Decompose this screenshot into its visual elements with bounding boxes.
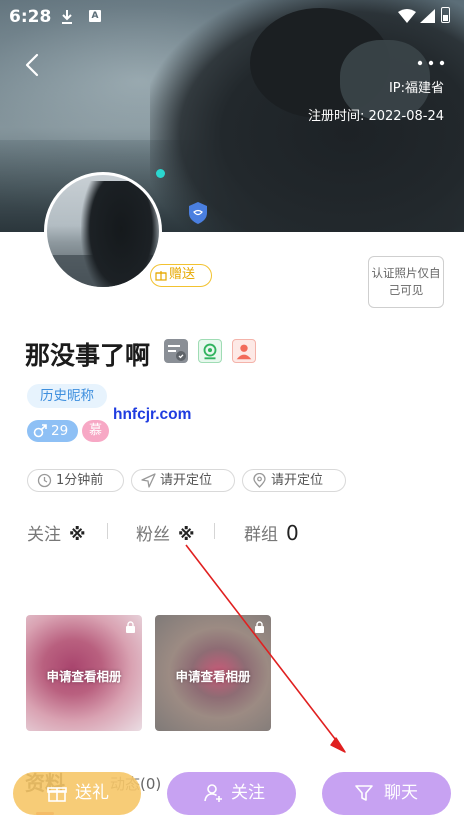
real-person-badge-icon [232,339,256,363]
download-icon [62,10,72,24]
lock-icon [255,621,264,633]
location-chip-1[interactable]: 请开定位 [131,469,235,492]
back-icon[interactable] [22,52,44,78]
gift-tag-label: 赠送 [169,267,196,282]
gift-icon [47,787,67,802]
fans-stat-value: ※ [178,525,195,545]
fans-stat-label: 粉丝 [136,525,170,545]
id-card-badge-icon [164,339,188,363]
register-time: 注册时间: 2022-08-24 [307,109,444,124]
stat-divider [214,523,215,539]
battery-icon [441,7,450,23]
stat-divider [107,523,108,539]
map-pin-icon [253,473,266,488]
navigation-icon [141,473,156,488]
follow-stat[interactable]: 关注 ※ [27,520,86,545]
avatar[interactable] [44,172,162,290]
a-badge-icon: A [89,10,101,22]
verify-photo-note[interactable]: 认证照片仅自己可见 [368,256,444,308]
more-options-icon[interactable] [416,58,446,68]
nickname: 那没事了啊 [25,341,151,370]
last-active-text: 1分钟前 [56,473,104,488]
ip-location: IP:福建省 [388,81,444,96]
group-stat-value: 0 [286,521,299,545]
location-badge-icon [198,339,222,363]
lock-icon [126,621,135,633]
gender-age-tag: 29 [27,420,78,442]
location-chip-2[interactable]: 请开定位 [242,469,346,492]
album-card[interactable]: 申请查看相册 [155,615,271,731]
user-add-icon [204,784,222,802]
follow-stat-label: 关注 [27,525,61,545]
album-request-label: 申请查看相册 [46,669,122,684]
age-value: 29 [51,423,69,439]
location-chip-2-text: 请开定位 [271,473,324,488]
location-chip-1-text: 请开定位 [160,473,213,488]
chat-label: 聊天 [384,783,418,803]
album-request-label: 申请查看相册 [175,669,251,684]
album-card[interactable]: 申请查看相册 [26,615,142,731]
watermark-text: hnfcjr.com [113,406,192,423]
chat-button[interactable]: 聊天 [322,772,451,815]
follow-button[interactable]: 关注 [167,772,296,815]
group-stat-label: 群组 [244,525,278,545]
status-bar: 6:28 A [0,0,464,34]
follow-label: 关注 [231,783,265,803]
fans-stat[interactable]: 粉丝 ※ [136,520,195,545]
clock-icon [37,473,52,488]
history-nickname-tag[interactable]: 历史昵称 [27,384,107,408]
wifi-icon [398,9,416,23]
mu-tag: 慕 [82,420,109,442]
online-dot [156,169,165,178]
group-stat[interactable]: 群组 0 [244,520,299,545]
filter-icon [355,785,373,801]
signal-icon [420,9,435,23]
send-gift-button[interactable]: 送礼 [13,772,141,815]
send-gift-label: 送礼 [75,783,109,803]
follow-stat-value: ※ [69,525,86,545]
shield-badge-icon [189,202,207,224]
last-active-chip: 1分钟前 [27,469,124,492]
status-time: 6:28 [9,7,52,27]
avatar-silhouette [81,181,159,287]
male-icon [33,424,47,438]
gift-small-icon [155,271,167,281]
gift-tag[interactable]: 赠送 [150,264,212,287]
